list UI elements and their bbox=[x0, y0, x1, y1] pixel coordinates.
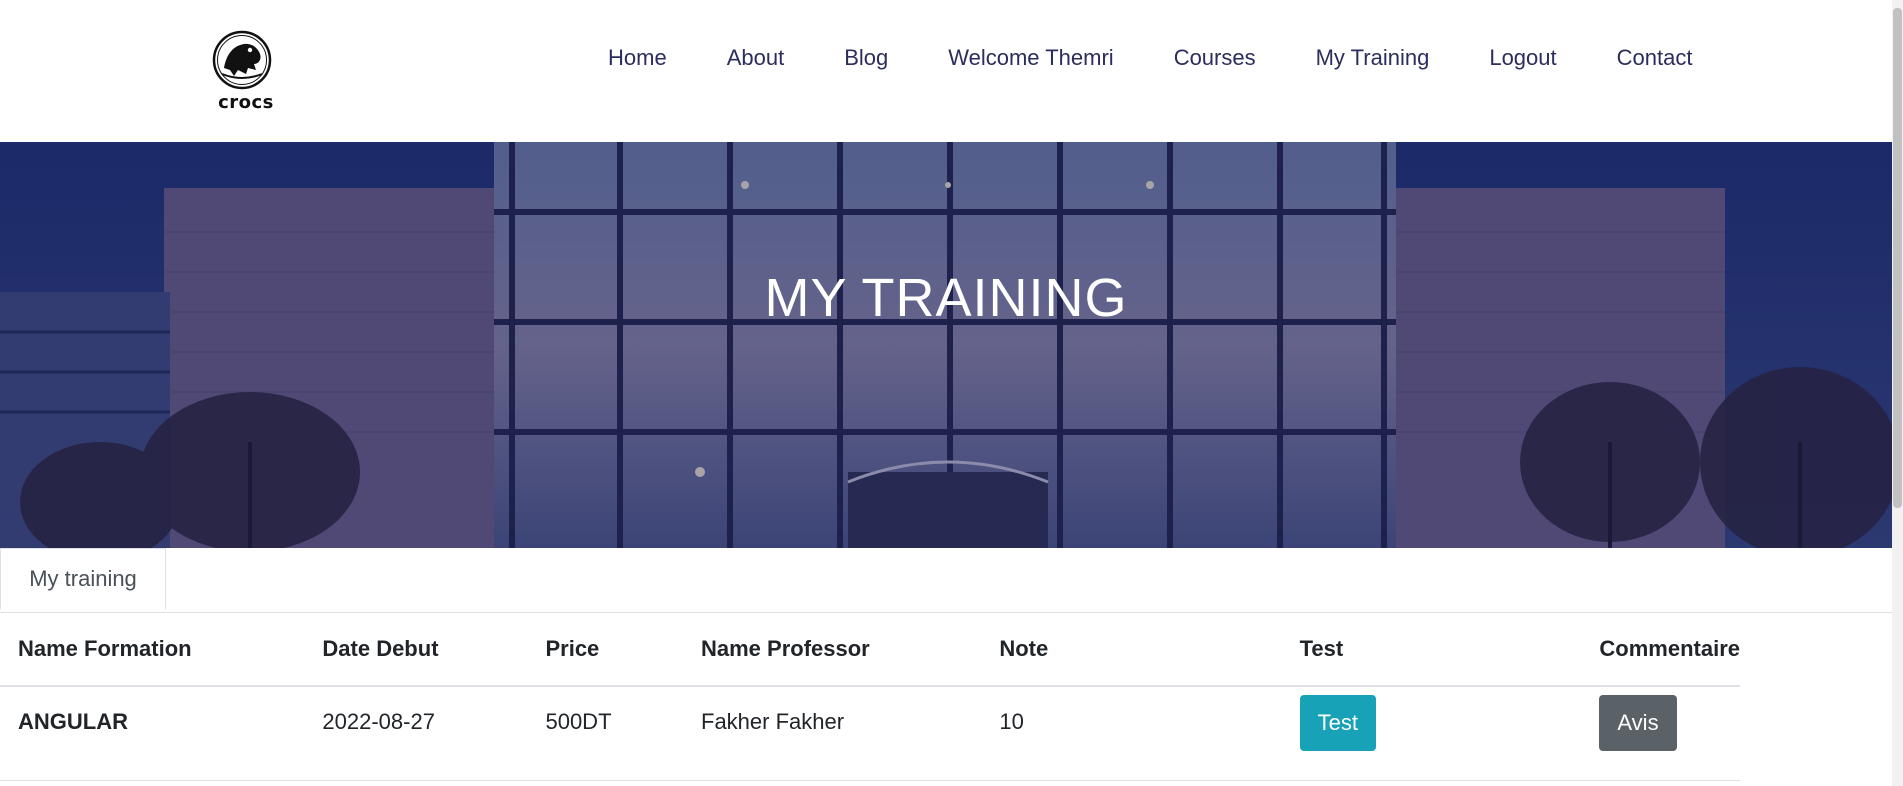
nav-logout[interactable]: Logout bbox=[1489, 44, 1556, 72]
scrollbar-thumb[interactable] bbox=[1893, 8, 1902, 508]
cell-test: Test bbox=[1282, 686, 1582, 780]
nav-blog[interactable]: Blog bbox=[844, 44, 888, 72]
nav-home[interactable]: Home bbox=[608, 44, 667, 72]
crocs-logo[interactable]: crocs bbox=[208, 30, 284, 114]
cell-date-debut: 2022-08-27 bbox=[322, 709, 435, 734]
main-nav: Home About Blog Welcome Themri Courses M… bbox=[608, 44, 1692, 72]
logo-text: crocs bbox=[218, 92, 274, 113]
table-header-row: Name Formation Date Debut Price Name Pro… bbox=[0, 612, 1740, 686]
nav-welcome-user[interactable]: Welcome Themri bbox=[948, 44, 1113, 72]
crocs-logo-icon bbox=[212, 30, 272, 90]
nav-about[interactable]: About bbox=[727, 44, 785, 72]
header-name-professor: Name Professor bbox=[701, 635, 870, 661]
nav-my-training[interactable]: My Training bbox=[1316, 44, 1430, 72]
header-test: Test bbox=[1299, 635, 1344, 661]
hero-overlay bbox=[0, 142, 1892, 548]
hero-title: MY TRAINING bbox=[764, 268, 1128, 328]
test-button[interactable]: Test bbox=[1299, 695, 1376, 751]
header-note: Note bbox=[999, 635, 1049, 661]
header-commentaire: Commentaire bbox=[1599, 635, 1740, 661]
header-date-debut: Date Debut bbox=[322, 635, 439, 661]
header-price: Price bbox=[545, 635, 600, 661]
table-row: ANGULAR 2022-08-27 500DT Fakher Fakher 1… bbox=[0, 686, 1740, 780]
training-table: Name Formation Date Debut Price Name Pro… bbox=[0, 612, 1740, 781]
avis-button[interactable]: Avis bbox=[1599, 695, 1677, 751]
header-name-formation: Name Formation bbox=[18, 635, 192, 661]
cell-commentaire: Avis bbox=[1581, 686, 1740, 780]
cell-price: 500DT bbox=[545, 709, 612, 734]
page-scrollbar[interactable] bbox=[1892, 0, 1903, 786]
cell-note: 10 bbox=[999, 709, 1024, 734]
nav-contact[interactable]: Contact bbox=[1617, 44, 1693, 72]
cell-name-professor: Fakher Fakher bbox=[701, 709, 845, 734]
tab-my-training[interactable]: My training bbox=[0, 548, 166, 610]
cell-name-formation: ANGULAR bbox=[18, 709, 128, 734]
hero-banner: MY TRAINING bbox=[0, 142, 1892, 548]
nav-courses[interactable]: Courses bbox=[1174, 44, 1256, 72]
tab-bar: My training bbox=[0, 548, 1892, 613]
site-header: crocs Home About Blog Welcome Themri Cou… bbox=[0, 0, 1892, 142]
